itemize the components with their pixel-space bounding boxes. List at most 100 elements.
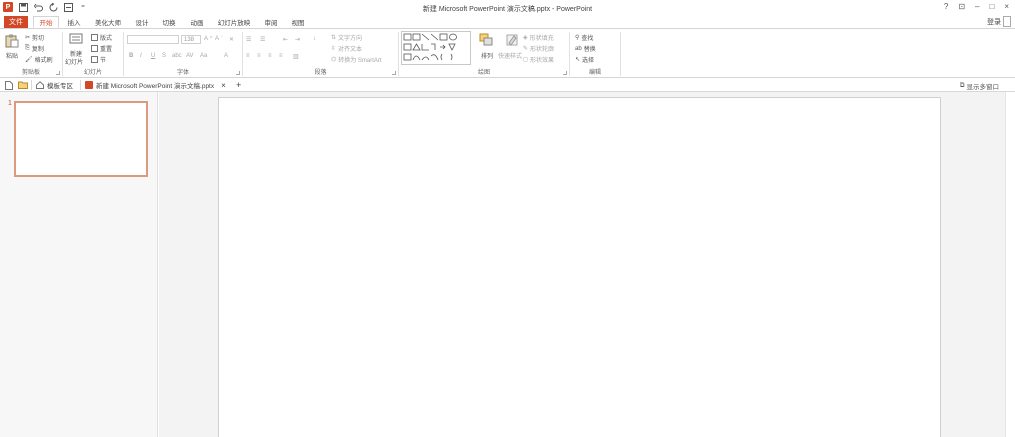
format-painter-button[interactable]: 🖌 格式刷 [25,55,53,64]
slide-thumbnail[interactable] [14,101,148,177]
effects-icon: ◻ [523,57,528,63]
replace-label: 替换 [583,47,596,53]
paragraph-launcher-icon[interactable] [392,71,396,75]
font-name-combobox[interactable] [127,35,179,44]
select-button[interactable]: ↖ 选择 [575,55,594,64]
new-doc-icon[interactable] [5,80,13,90]
paste-button[interactable]: 粘贴 [6,51,18,60]
account-picture[interactable] [1003,16,1011,27]
new-slide-icon[interactable] [69,33,83,47]
line-spacing-button[interactable]: ↕ [313,36,316,42]
tab-design[interactable]: 设计 [130,16,154,28]
document-tab-label: 新建 Microsoft PowerPoint 演示文稿.pptx [96,83,215,90]
find-button[interactable]: ⚲ 查找 [575,33,593,42]
align-right-button[interactable]: ≡ [268,53,272,59]
shape-fill-label: 形状填充 [529,36,554,42]
login-link[interactable]: 登录 [987,17,1001,27]
grow-font-button[interactable]: A ^ [204,36,212,42]
smartart-icon: ⌬ [331,57,337,63]
decrease-indent-button[interactable]: ⇤ [283,36,288,43]
add-tab-icon[interactable]: + [236,80,241,90]
spacing-button[interactable]: AV [186,53,194,59]
layout-button[interactable]: 版式 [91,33,112,42]
tab-view[interactable]: 视图 [286,16,310,28]
convert-smartart-label: 转换为 SmartArt [338,58,382,64]
new-slide-label-2[interactable]: 幻灯片 [65,57,83,66]
close-icon[interactable]: × [1004,2,1009,11]
shape-effects-button[interactable]: ◻ 形状效果 [523,55,554,64]
shape-fill-button[interactable]: ◈ 形状填充 [523,33,554,42]
change-case-button[interactable]: Aa [200,53,207,59]
document-tab[interactable]: 新建 Microsoft PowerPoint 演示文稿.pptx × [85,80,226,90]
templates-tab[interactable]: 模板专区 [36,80,73,90]
arrange-label[interactable]: 排列 [481,51,493,60]
tab-transitions[interactable]: 切换 [157,16,181,28]
increase-indent-button[interactable]: ⇥ [295,36,300,43]
vertical-scrollbar[interactable] [1005,92,1015,437]
font-color-button[interactable]: A [224,53,228,59]
cut-button[interactable]: ✂ 剪切 [25,33,44,42]
ribbon-tabs: 文件 开始 插入 美化大师 设计 切换 动画 幻灯片放映 审阅 视图 登录 [0,16,1015,28]
justify-button[interactable]: ≡ [279,53,283,59]
tab-insert[interactable]: 插入 [62,16,86,28]
italic-button[interactable]: I [140,53,142,59]
shrink-font-button[interactable]: Aˇ [215,36,223,42]
section-button[interactable]: 节 [91,55,106,64]
align-center-button[interactable]: ≡ [257,53,261,59]
paste-icon[interactable] [5,34,19,48]
open-folder-icon[interactable] [18,80,28,90]
quick-styles-label[interactable]: 快速样式 [498,51,522,60]
convert-smartart-button[interactable]: ⌬ 转换为 SmartArt [331,55,382,64]
bullets-button[interactable]: ☰ [246,36,251,43]
strikethrough-button[interactable]: abc [172,53,182,59]
align-text-button[interactable]: ⇳ 对齐文本 [331,44,362,53]
clipboard-launcher-icon[interactable] [56,71,60,75]
slide-canvas[interactable] [218,97,941,437]
numbering-button[interactable]: ☰ [260,36,265,43]
shapes-gallery[interactable] [401,31,471,65]
minimize-icon[interactable]: – [975,2,979,11]
reset-button[interactable]: 重置 [91,44,112,53]
drawing-launcher-icon[interactable] [563,71,567,75]
bold-button[interactable]: B [129,53,133,59]
text-direction-button[interactable]: ⇅ 文字方向 [331,33,362,42]
tab-file[interactable]: 文件 [4,16,28,28]
ribbon: 粘贴 ✂ 剪切 ⎘ 复制 🖌 格式刷 剪贴板 新建 幻灯片 版式 重置 节 幻灯片 1… [0,28,1015,78]
arrange-icon[interactable] [479,33,493,47]
columns-button[interactable]: ▥ [293,53,299,60]
tab-slideshow[interactable]: 幻灯片放映 [213,16,255,28]
group-paragraph: ☰ ☰ ⇤ ⇥ ↕ ≡ ≡ ≡ ≡ ▥ ⇅ 文字方向 ⇳ 对齐文本 ⌬ 转换为 Sma… [243,29,398,77]
help-icon[interactable]: ? [944,2,948,11]
font-launcher-icon[interactable] [236,71,240,75]
show-multi-window-button[interactable]: ⧉ 显示多窗口 [960,81,999,91]
shape-outline-button[interactable]: ✎ 形状轮廓 [523,44,554,53]
close-tab-icon[interactable]: × [221,81,226,90]
maximize-icon[interactable]: □ [989,2,994,11]
clear-format-icon[interactable]: ✕ [229,36,234,43]
shadow-button[interactable]: S [162,53,166,59]
cut-label: 剪切 [32,36,45,42]
group-label-editing: 编辑 [588,70,601,76]
scissors-icon: ✂ [25,35,31,41]
text-direction-icon: ⇅ [331,35,337,41]
ribbon-display-icon[interactable]: ⊡ [958,2,965,11]
tab-review[interactable]: 审阅 [259,16,283,28]
copy-button[interactable]: ⎘ 复制 [25,44,44,53]
quick-styles-icon[interactable] [505,33,519,47]
font-size-combobox[interactable]: 138 [181,35,201,44]
replace-button[interactable]: ab 替换 [575,44,596,54]
group-font: 138 A ^ Aˇ ✕ B I U S abc AV Aa A 字体 [124,29,242,77]
document-tab-bar: 模板专区 新建 Microsoft PowerPoint 演示文稿.pptx ×… [0,78,1015,92]
tab-animations[interactable]: 动画 [185,16,209,28]
group-separator [620,32,621,76]
tab-home[interactable]: 开始 [33,16,59,28]
pptx-file-icon [85,81,93,89]
slide-number: 1 [8,100,12,107]
templates-label: 模板专区 [47,83,73,90]
align-left-button[interactable]: ≡ [246,53,250,59]
group-drawing: 排列 快速样式 ◈ 形状填充 ✎ 形状轮廓 ◻ 形状效果 绘图 [399,29,569,77]
underline-button[interactable]: U [151,53,155,59]
tab-beautify[interactable]: 美化大师 [90,16,126,28]
group-clipboard: 粘贴 ✂ 剪切 ⎘ 复制 🖌 格式刷 剪贴板 [0,29,62,77]
shape-outline-label: 形状轮廓 [530,47,555,53]
